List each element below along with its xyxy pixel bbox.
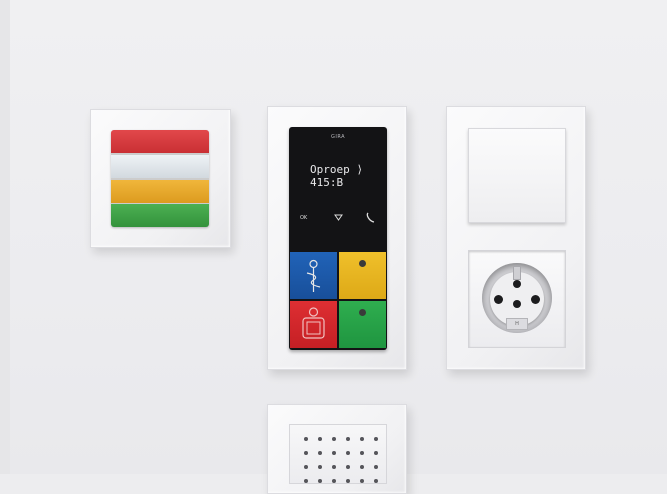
speaker-hole <box>346 451 350 455</box>
key-blue[interactable] <box>290 252 337 299</box>
person-caduceus-icon <box>306 259 321 292</box>
speaker-hole <box>318 479 322 483</box>
light-yellow <box>111 180 209 203</box>
key-green[interactable] <box>339 301 386 348</box>
socket-pin-lower <box>513 300 521 308</box>
speaker-hole <box>304 437 308 441</box>
speaker-hole <box>332 437 336 441</box>
key-red[interactable] <box>290 301 337 348</box>
socket-pin-left <box>494 295 503 304</box>
door-icon <box>302 307 325 339</box>
speaker-hole <box>346 437 350 441</box>
light-green <box>111 204 209 227</box>
speaker-grille <box>289 424 387 484</box>
socket-pin-right <box>531 295 540 304</box>
light-red <box>111 130 209 153</box>
speaker-hole <box>304 451 308 455</box>
speaker-hole <box>360 451 364 455</box>
display-line-2: 415:B <box>310 176 344 189</box>
speaker-hole <box>304 479 308 483</box>
speaker-hole <box>332 479 336 483</box>
key-yellow[interactable] <box>339 252 386 299</box>
speaker-hole <box>332 465 336 469</box>
speaker-hole <box>318 437 322 441</box>
socket-pin-center <box>513 280 521 288</box>
speaker-hole <box>318 465 322 469</box>
left-edge <box>0 0 10 474</box>
speaker-hole <box>346 465 350 469</box>
speaker-hole <box>304 465 308 469</box>
speaker-hole <box>374 465 378 469</box>
speaker-hole <box>332 451 336 455</box>
down-arrow-icon[interactable] <box>334 214 343 221</box>
dot-icon <box>359 309 366 316</box>
speaker-hole <box>360 465 364 469</box>
light-switch-rocker[interactable] <box>468 128 566 223</box>
status-light-panel[interactable] <box>111 130 209 227</box>
intercom-display: Oproep ⟩ 415:B <box>310 163 363 189</box>
ok-button[interactable]: OK <box>300 215 307 221</box>
phone-icon[interactable] <box>366 212 376 223</box>
dot-icon <box>359 260 366 267</box>
speaker-hole <box>346 479 350 483</box>
speaker-hole <box>360 479 364 483</box>
socket-label-tab: H <box>506 318 528 330</box>
speaker-hole <box>360 437 364 441</box>
earth-contact-top <box>513 266 521 280</box>
intercom-unit: GIRA Oproep ⟩ 415:B OK <box>289 127 387 350</box>
brand-label: GIRA <box>330 134 346 140</box>
speaker-hole <box>374 437 378 441</box>
speaker-hole <box>374 451 378 455</box>
display-line-1: Oproep ⟩ <box>310 163 363 176</box>
speaker-hole <box>374 479 378 483</box>
light-white <box>111 155 209 178</box>
speaker-hole <box>318 451 322 455</box>
